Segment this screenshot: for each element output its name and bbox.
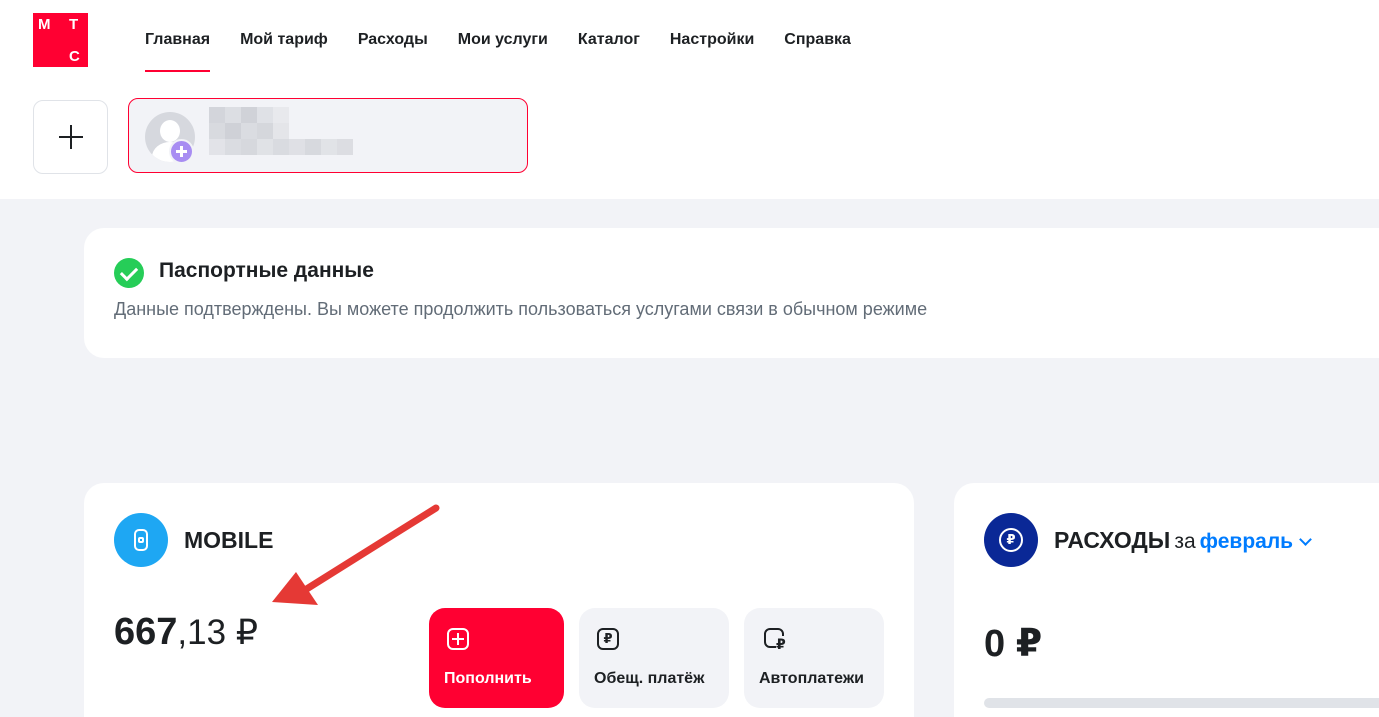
expenses-heading: РАСХОДЫ: [1054, 527, 1171, 553]
ruble-square-icon: ₽: [597, 628, 619, 650]
main-nav: Главная Мой тариф Расходы Мои услуги Кат…: [145, 30, 881, 72]
balance-integer: 667: [114, 611, 178, 653]
nav-item-help[interactable]: Справка: [784, 30, 851, 72]
expenses-title: РАСХОДЫ за февраль: [1054, 527, 1312, 554]
plus-square-icon: [447, 628, 469, 650]
balance-fraction: ,13: [177, 613, 227, 652]
passport-status-card: Паспортные данные Данные подтверждены. В…: [84, 228, 1379, 358]
plus-badge-icon: [169, 139, 194, 164]
mobile-title: MOBILE: [184, 527, 274, 553]
header: М Т С Главная Мой тариф Расходы Мои услу…: [0, 0, 1379, 199]
mts-logo[interactable]: М Т С: [33, 13, 88, 67]
passport-title: Паспортные данные: [159, 259, 374, 282]
balance-currency: ₽: [226, 613, 259, 652]
logo-letter-t: Т: [69, 16, 79, 33]
autopayments-button[interactable]: ₽ Автоплатежи: [744, 608, 884, 708]
expenses-card: ₽ РАСХОДЫ за февраль 0 ₽: [954, 483, 1379, 717]
promised-payment-button[interactable]: ₽ Обещ. платёж: [579, 608, 729, 708]
topup-label: Пополнить: [444, 670, 532, 687]
account-card[interactable]: [128, 98, 528, 173]
expenses-progress-bar: [984, 698, 1379, 708]
ruble-circle-icon: ₽: [984, 513, 1038, 567]
nav-item-catalog[interactable]: Каталог: [578, 30, 640, 72]
add-account-button[interactable]: [33, 100, 108, 174]
check-circle-icon: [114, 258, 144, 288]
passport-text: Данные подтверждены. Вы можете продолжит…: [114, 299, 928, 319]
autopay-icon: ₽: [764, 628, 792, 654]
nav-item-home[interactable]: Главная: [145, 30, 211, 72]
promised-payment-label: Обещ. платёж: [594, 670, 705, 687]
autopayments-label: Автоплатежи: [759, 670, 865, 687]
plus-icon: [58, 125, 83, 149]
nav-item-settings[interactable]: Настройки: [670, 30, 754, 72]
chevron-down-icon[interactable]: [1299, 533, 1312, 546]
nav-item-tariff[interactable]: Мой тариф: [240, 30, 328, 72]
blurred-account-name: [209, 107, 353, 155]
logo-letter-s: С: [69, 48, 80, 65]
expenses-amount: 0 ₽: [984, 623, 1043, 665]
month-selector[interactable]: февраль: [1200, 530, 1293, 553]
nav-item-services[interactable]: Мои услуги: [458, 30, 548, 72]
logo-letter-m: М: [38, 16, 51, 33]
balance-amount: 667,13 ₽: [114, 611, 258, 654]
nav-item-expenses[interactable]: Расходы: [358, 30, 428, 72]
mobile-balance-card: MOBILE 667,13 ₽ Пополнить ₽ Обещ. платёж…: [84, 483, 914, 717]
topup-button[interactable]: Пополнить: [429, 608, 564, 708]
expenses-for-label: за: [1174, 530, 1196, 553]
sim-card-icon: [114, 513, 168, 567]
